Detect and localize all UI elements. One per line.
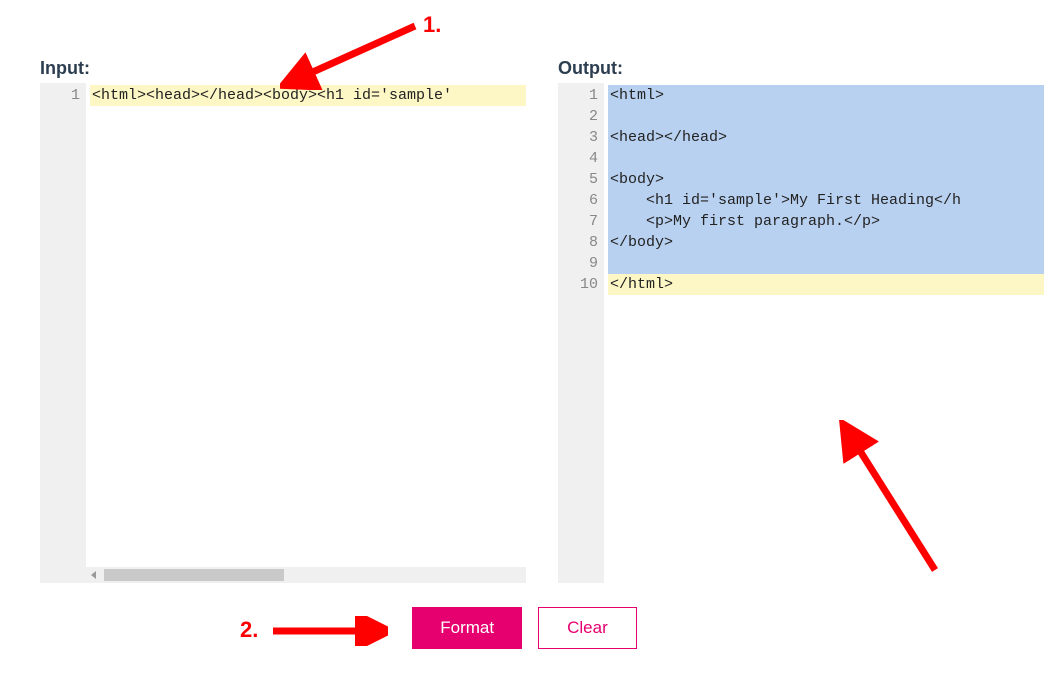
output-code-line[interactable] — [608, 106, 1044, 127]
button-row: Format Clear — [0, 607, 1049, 649]
line-number: 1 — [560, 85, 598, 106]
line-number: 8 — [560, 232, 598, 253]
clear-button[interactable]: Clear — [538, 607, 637, 649]
output-code[interactable]: <html> <head></head> <body> <h1 id='sample… — [604, 83, 1044, 583]
output-code-line[interactable]: <html> — [608, 85, 1044, 106]
output-editor[interactable]: 12345678910 <html> <head></head> <body> <h… — [558, 83, 1044, 583]
output-code-line[interactable]: <body> — [608, 169, 1044, 190]
line-number: 4 — [560, 148, 598, 169]
input-panel: Input: 1 <html><head></head><body><h1 id… — [40, 58, 526, 583]
output-code-line[interactable] — [608, 253, 1044, 274]
input-label: Input: — [40, 58, 526, 79]
output-code-line[interactable]: </body> — [608, 232, 1044, 253]
line-number: 5 — [560, 169, 598, 190]
output-code-line[interactable] — [608, 148, 1044, 169]
line-number: 2 — [560, 106, 598, 127]
output-code-line[interactable]: <h1 id='sample'>My First Heading</h — [608, 190, 1044, 211]
input-code-line[interactable]: <html><head></head><body><h1 id='sample' — [90, 85, 526, 106]
input-code[interactable]: <html><head></head><body><h1 id='sample' — [86, 83, 526, 583]
output-code-line[interactable]: <head></head> — [608, 127, 1044, 148]
line-number: 1 — [42, 85, 80, 106]
output-gutter: 12345678910 — [558, 83, 604, 583]
input-editor[interactable]: 1 <html><head></head><body><h1 id='sampl… — [40, 83, 526, 583]
line-number: 3 — [560, 127, 598, 148]
output-panel: Output: 12345678910 <html><head></head><… — [558, 58, 1044, 583]
output-code-line[interactable]: </html> — [608, 274, 1044, 295]
format-button[interactable]: Format — [412, 607, 522, 649]
line-number: 7 — [560, 211, 598, 232]
scroll-left-icon[interactable] — [88, 568, 102, 582]
input-gutter: 1 — [40, 83, 86, 583]
scroll-thumb[interactable] — [104, 569, 284, 581]
output-label: Output: — [558, 58, 1044, 79]
line-number: 9 — [560, 253, 598, 274]
output-code-line[interactable]: <p>My first paragraph.</p> — [608, 211, 1044, 232]
line-number: 6 — [560, 190, 598, 211]
line-number: 10 — [560, 274, 598, 295]
input-scrollbar[interactable] — [86, 567, 526, 583]
